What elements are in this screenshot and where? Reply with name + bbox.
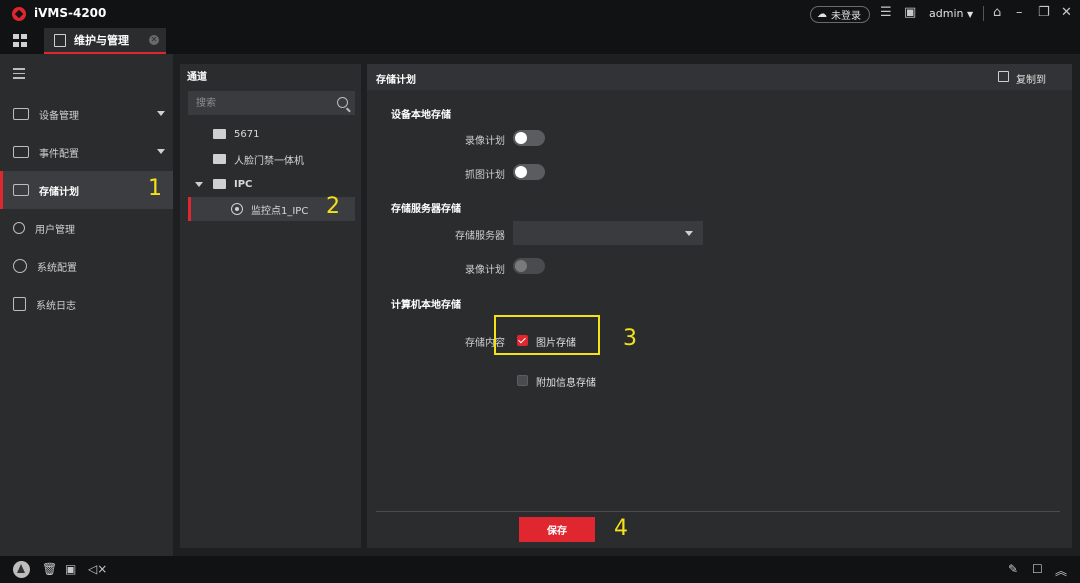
sidebar-item-event[interactable]: 事件配置 — [0, 133, 173, 171]
window-icon[interactable]: ☐ — [1032, 562, 1043, 576]
title-bar — [0, 0, 1080, 28]
folder-icon — [213, 179, 226, 189]
close-icon[interactable]: ✕ — [1061, 5, 1072, 20]
event-icon — [13, 146, 29, 158]
log-icon — [13, 297, 26, 311]
annotation-marker-2: 2 — [326, 194, 340, 219]
gear-icon — [13, 259, 27, 273]
status-bar — [0, 556, 1080, 583]
user-name: admin — [929, 7, 964, 20]
channel-title: 通道 — [187, 72, 207, 83]
search-input[interactable] — [188, 91, 355, 115]
picture-icon[interactable]: ▣ — [65, 562, 76, 576]
copy-icon[interactable] — [998, 71, 1009, 82]
sidebar-item-user[interactable]: 用户管理 — [0, 209, 173, 247]
sidebar-item-label: 用户管理 — [35, 224, 75, 236]
cloud-icon: ☁ — [817, 9, 827, 20]
sidebar-item-label: 事件配置 — [39, 148, 79, 160]
tree-item-label: IPC — [234, 178, 253, 190]
main-header — [367, 64, 1072, 90]
capture-plan-label: 抓图计划 — [465, 170, 505, 181]
login-status-button[interactable]: ☁ 未登录 — [810, 6, 870, 23]
footer-divider — [376, 511, 1060, 512]
restore-icon[interactable]: ❐ — [1038, 5, 1050, 20]
sidebar-item-label: 系统日志 — [36, 300, 76, 312]
camera-icon — [231, 203, 243, 215]
user-icon — [13, 222, 25, 234]
sidebar-item-label: 设备管理 — [39, 110, 79, 122]
divider — [983, 6, 984, 21]
server-record-plan-toggle[interactable] — [513, 258, 545, 274]
storage-server-select[interactable] — [513, 221, 703, 245]
section-title-local: 设备本地存储 — [391, 110, 451, 121]
sidebar-item-log[interactable]: 系统日志 — [0, 285, 173, 323]
server-record-plan-label: 录像计划 — [465, 265, 505, 276]
extra-info-storage-checkbox[interactable] — [517, 375, 528, 386]
app-window: iVMS-4200 ☁ 未登录 ☰ ▣ admin ▼ ⌂ – ❐ ✕ 维护与管… — [0, 0, 1080, 583]
section-title-pc: 计算机本地存储 — [391, 300, 461, 311]
storage-server-label: 存储服务器 — [455, 231, 505, 242]
section-title-server: 存储服务器存储 — [391, 204, 461, 215]
list-icon[interactable]: ☰ — [880, 5, 892, 20]
save-button[interactable]: 保存 — [519, 517, 595, 542]
mute-icon[interactable]: ◁× — [88, 562, 107, 576]
app-title: iVMS-4200 — [34, 6, 107, 20]
annotation-marker-3: 3 — [623, 326, 637, 351]
record-plan-label: 录像计划 — [465, 136, 505, 147]
chevron-down-icon[interactable] — [195, 181, 203, 187]
tree-item-face-access[interactable]: 人脸门禁一体机 — [188, 147, 355, 171]
hikvision-logo-icon — [12, 7, 26, 21]
tree-item-label: 人脸门禁一体机 — [234, 155, 304, 167]
annotation-marker-1: 1 — [148, 176, 162, 201]
hamburger-icon[interactable] — [13, 68, 25, 82]
grid-menu-icon[interactable] — [13, 34, 27, 47]
alarm-icon[interactable] — [13, 561, 30, 578]
chevron-down-icon: ▼ — [966, 10, 974, 19]
copy-to-button[interactable]: 复制到 — [1016, 71, 1046, 86]
tree-item-label: 监控点1_IPC — [251, 205, 309, 217]
device-icon — [13, 108, 29, 120]
tab-close-icon[interactable]: ✕ — [149, 35, 159, 45]
sidebar-item-system[interactable]: 系统配置 — [0, 247, 173, 285]
document-icon — [54, 33, 66, 47]
trash-icon[interactable]: 🗑 — [42, 562, 57, 576]
image-icon[interactable]: ▣ — [904, 5, 916, 20]
annotation-marker-4: 4 — [614, 516, 628, 541]
chevron-down-icon — [157, 111, 165, 116]
chevron-up-icon[interactable]: ︽ — [1055, 562, 1067, 579]
storage-content-label: 存储内容 — [465, 338, 505, 349]
storage-icon — [13, 184, 29, 196]
page-title: 存储计划 — [376, 75, 416, 86]
tree-item-5671[interactable]: 5671 — [188, 122, 355, 146]
user-menu[interactable]: admin ▼ — [929, 7, 973, 20]
chevron-down-icon — [157, 149, 165, 154]
extra-info-storage-label: 附加信息存储 — [536, 378, 596, 389]
tab-label: 维护与管理 — [74, 34, 129, 47]
tree-item-label: 5671 — [234, 128, 260, 140]
search-icon[interactable] — [337, 97, 348, 108]
sidebar-item-label: 系统配置 — [37, 262, 77, 274]
pin-icon[interactable]: ✎ — [1008, 562, 1018, 576]
sidebar-item-label: 存储计划 — [39, 186, 79, 198]
lock-icon[interactable]: ⌂ — [993, 5, 1001, 20]
capture-plan-toggle[interactable] — [513, 164, 545, 180]
tab-maintenance[interactable]: 维护与管理 ✕ — [44, 28, 166, 54]
record-plan-toggle[interactable] — [513, 130, 545, 146]
sidebar-item-device[interactable]: 设备管理 — [0, 95, 173, 133]
minimize-icon[interactable]: – — [1016, 5, 1023, 20]
tree-item-ipc[interactable]: IPC — [188, 172, 355, 196]
login-status-label: 未登录 — [831, 11, 861, 22]
folder-icon — [213, 129, 226, 139]
folder-icon — [213, 154, 226, 164]
annotation-highlight-box — [494, 315, 600, 355]
